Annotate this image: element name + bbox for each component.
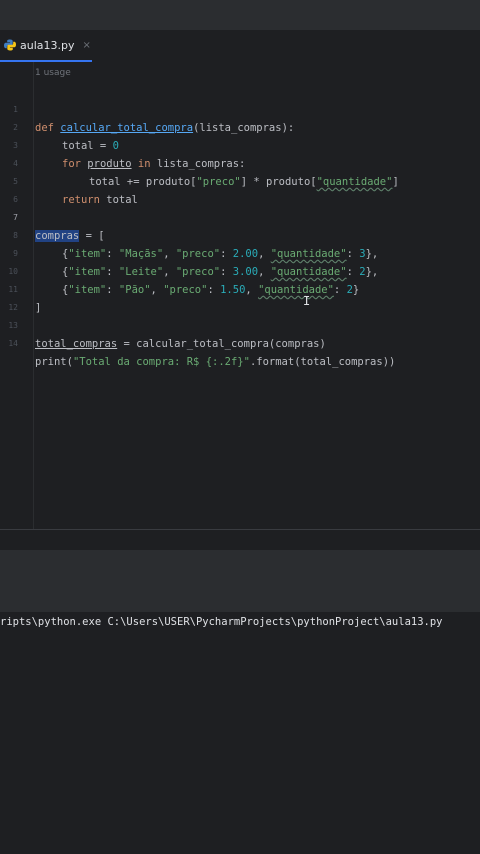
- code-line: 9 {"item": "Leite", "preco": 3.00, "quan…: [0, 227, 480, 278]
- code-line: 2 total = 0: [0, 101, 480, 152]
- code-line: 7 compras = [: [0, 191, 480, 242]
- code-line: 14 print("Total da compra: R$ {:.2f}".fo…: [0, 317, 480, 368]
- code-text: = calcular_total_compra(compras): [117, 338, 326, 350]
- text-cursor-icon: I: [303, 294, 311, 308]
- code-line: 4 total += produto["preco"] * produto["q…: [0, 137, 480, 188]
- close-icon[interactable]: ×: [83, 40, 91, 51]
- run-console[interactable]: ripts\python.exe C:\Users\USER\PycharmPr…: [0, 612, 480, 854]
- tab-aula13[interactable]: aula13.py ×: [0, 30, 92, 62]
- code-editor[interactable]: 1 usage 1 def calcular_total_compra(list…: [0, 62, 480, 530]
- variable: total_compras: [35, 338, 118, 350]
- line-number: 14: [8, 339, 18, 348]
- string-literal: "Total da compra: R$ {:.2f}": [72, 356, 250, 368]
- python-file-icon: [4, 39, 16, 51]
- code-line: 11 ]: [0, 263, 480, 314]
- code-line: 13 total_compras = calcular_total_compra…: [0, 299, 480, 350]
- run-panel-header: [0, 550, 480, 612]
- tab-filename: aula13.py: [20, 38, 75, 52]
- console-output: ripts\python.exe C:\Users\USER\PycharmPr…: [0, 616, 443, 628]
- code-line: 6: [0, 173, 480, 204]
- code-text: .format(total_compras)): [249, 356, 396, 368]
- code-line: 5 return total: [0, 155, 480, 206]
- usage-hint[interactable]: 1 usage: [35, 68, 71, 78]
- code-line: 1 def calcular_total_compra(lista_compra…: [0, 83, 480, 134]
- window-top-bar: [0, 0, 480, 30]
- spacer: [0, 530, 480, 550]
- code-line: 3 for produto in lista_compras:: [0, 119, 480, 170]
- editor-tab-bar: aula13.py ×: [0, 30, 480, 63]
- code-line: 8 {"item": "Maçãs", "preco": 2.00, "quan…: [0, 209, 480, 260]
- code-line: 10 {"item": "Pão", "preco": 1.50, "quant…: [0, 245, 480, 296]
- code-text: print(: [35, 356, 73, 368]
- code-line: 12: [0, 281, 480, 312]
